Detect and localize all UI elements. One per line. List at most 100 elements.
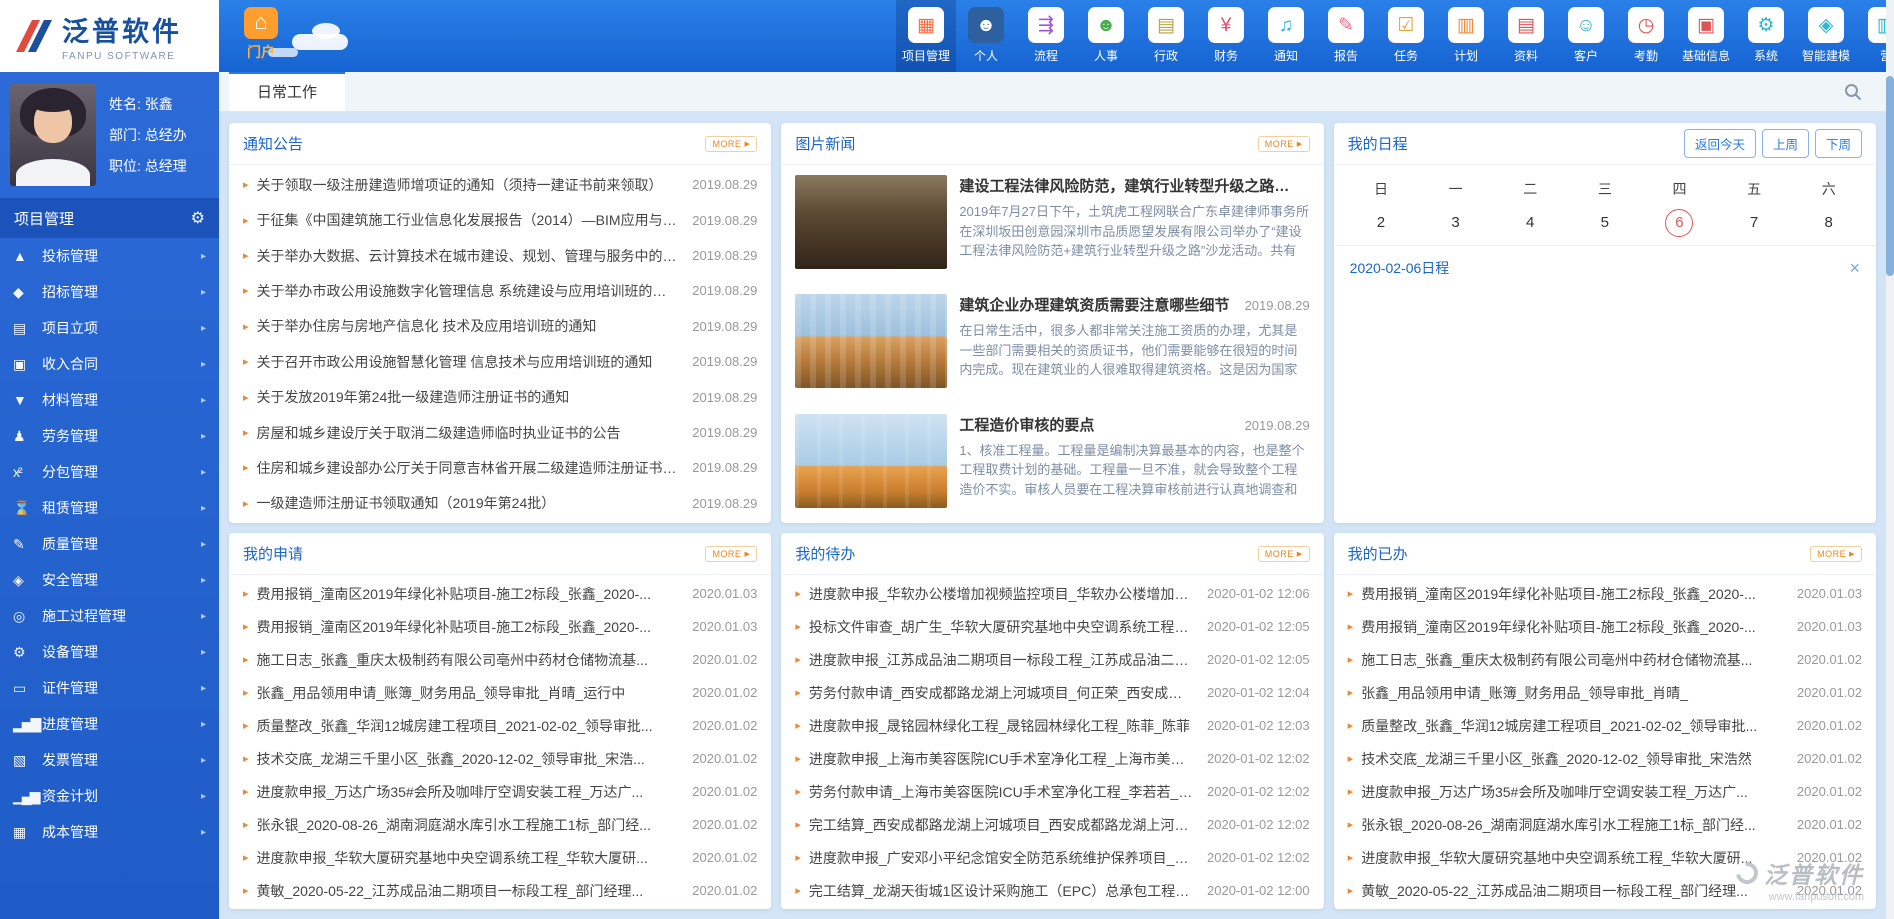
vertical-scrollbar-thumb[interactable] xyxy=(1886,76,1894,276)
calendar-day[interactable]: 5 xyxy=(1568,209,1643,237)
next-week-button[interactable]: 下周 xyxy=(1815,129,1862,158)
nav-module-item[interactable]: ▥ 营 xyxy=(1856,0,1886,72)
today-button[interactable]: 返回今天 xyxy=(1684,129,1756,158)
search-icon[interactable] xyxy=(1844,83,1862,101)
todo-list-item[interactable]: ▸ 进度款申报_江苏成品油二期项目一标段工程_江苏成品油二期项... 2020-… xyxy=(781,643,1323,676)
news-item[interactable]: 工程造价审核的要点 2019.08.29 1、核准工程量。工程量是编制决算最基本… xyxy=(781,404,1323,523)
application-list-item[interactable]: ▸ 费用报销_潼南区2019年绿化补贴项目-施工2标段_张鑫_2020-... … xyxy=(229,610,771,643)
nav-module-item[interactable]: ⇶ 流程 xyxy=(1016,0,1076,72)
calendar-day[interactable]: 6 xyxy=(1642,209,1717,237)
news-item[interactable]: 建设工程法律风险防范，建筑行业转型升级之路沙龙活动 2019年7月27日下午，土… xyxy=(781,165,1323,284)
sidebar-menu-item[interactable]: ▣ 收入合同 ▸ xyxy=(0,346,219,382)
done-list-item[interactable]: ▸ 技术交底_龙湖三千里小区_张鑫_2020-12-02_领导审批_宋浩然 20… xyxy=(1334,742,1876,775)
sidebar-menu-item[interactable]: ⚙ 设备管理 ▸ xyxy=(0,634,219,670)
application-list-item[interactable]: ▸ 张永银_2020-08-26_湖南洞庭湖水库引水工程施工1标_部门经... … xyxy=(229,808,771,841)
nav-module-item[interactable]: ▤ 资料 xyxy=(1496,0,1556,72)
sidebar-menu-item[interactable]: ◈ 安全管理 ▸ xyxy=(0,562,219,598)
calendar-day[interactable]: 3 xyxy=(1418,209,1493,237)
notice-list-item[interactable]: ▸ 关于领取一级注册建造师增项证的通知（须持一建证书前来领取） 2019.08.… xyxy=(229,167,771,202)
nav-module-item[interactable]: ✎ 报告 xyxy=(1316,0,1376,72)
calendar-day[interactable]: 2 xyxy=(1344,209,1419,237)
todo-list-item[interactable]: ▸ 进度款申报_华软办公楼增加视频监控项目_华软办公楼增加视频... 2020-… xyxy=(781,577,1323,610)
todo-list-item[interactable]: ▸ 投标文件审查_胡广生_华软大厦研究基地中央空调系统工程_20... 2020… xyxy=(781,610,1323,643)
todo-list-item[interactable]: ▸ 完工结算_西安成都路龙湖上河城项目_西安成都路龙湖上河城项... 2020-… xyxy=(781,808,1323,841)
sidebar-menu-item[interactable]: ▦ 成本管理 ▸ xyxy=(0,814,219,850)
application-list-item[interactable]: ▸ 进度款申报_万达广场35#会所及咖啡厅空调安装工程_万达广... 2020.… xyxy=(229,775,771,808)
application-list-item[interactable]: ▸ 施工日志_张鑫_重庆太极制药有限公司亳州中药材仓储物流基... 2020.0… xyxy=(229,643,771,676)
sidebar-menu-item[interactable]: ◆ 招标管理 ▸ xyxy=(0,274,219,310)
calendar-day[interactable]: 7 xyxy=(1717,209,1792,237)
close-icon[interactable]: × xyxy=(1849,259,1860,277)
application-list-item[interactable]: ▸ 技术交底_龙湖三千里小区_张鑫_2020-12-02_领导审批_宋浩... … xyxy=(229,742,771,775)
sidebar-menu-item[interactable]: ▤ 项目立项 ▸ xyxy=(0,310,219,346)
nav-module-item[interactable]: ☻ 个人 xyxy=(956,0,1016,72)
more-button[interactable]: MORE ▶ xyxy=(1810,546,1862,562)
news-item[interactable]: 建筑企业办理建筑资质需要注意哪些细节 2019.08.29 在日常生活中，很多人… xyxy=(781,284,1323,403)
notice-list-item[interactable]: ▸ 关于召开市政公用设施智慧化管理 信息技术与应用培训班的通知 2019.08.… xyxy=(229,344,771,379)
nav-module-item[interactable]: ♫ 通知 xyxy=(1256,0,1316,72)
application-list-item[interactable]: ▸ 费用报销_潼南区2019年绿化补贴项目-施工2标段_张鑫_2020-... … xyxy=(229,577,771,610)
tab-daily-work[interactable]: 日常工作 xyxy=(229,72,345,111)
application-list-item[interactable]: ▸ 质量整改_张鑫_华润12城房建工程项目_2021-02-02_领导审批...… xyxy=(229,709,771,742)
notice-list-item[interactable]: ▸ 关于举办住房与房地产信息化 技术及应用培训班的通知 2019.08.29 xyxy=(229,309,771,344)
sidebar-menu-item[interactable]: x² 分包管理 ▸ xyxy=(0,454,219,490)
nav-module-item[interactable]: ☑ 任务 xyxy=(1376,0,1436,72)
nav-module-item[interactable]: ▣ 基础信息 xyxy=(1676,0,1736,72)
notice-list-item[interactable]: ▸ 房屋和城乡建设厅关于取消二级建造师临时执业证书的公告 2019.08.29 xyxy=(229,415,771,450)
done-list-item[interactable]: ▸ 张鑫_用品领用申请_账簿_财务用品_领导审批_肖晴_ 2020.01.02 xyxy=(1334,676,1876,709)
more-button[interactable]: MORE ▶ xyxy=(705,546,757,562)
calendar-day[interactable]: 4 xyxy=(1493,209,1568,237)
nav-module-item[interactable]: ⚙ 系统 xyxy=(1736,0,1796,72)
sidebar-menu-item[interactable]: ◎ 施工过程管理 ▸ xyxy=(0,598,219,634)
user-avatar[interactable] xyxy=(10,84,96,186)
nav-module-item[interactable]: ☺ 客户 xyxy=(1556,0,1616,72)
gear-icon[interactable]: ⚙ xyxy=(191,208,205,228)
notice-list-item[interactable]: ▸ 关于举办市政公用设施数字化管理信息 系统建设与应用培训班的通知 2019.0… xyxy=(229,273,771,308)
done-list-item[interactable]: ▸ 进度款申报_万达广场35#会所及咖啡厅空调安装工程_万达广... 2020.… xyxy=(1334,775,1876,808)
calendar-day[interactable]: 8 xyxy=(1791,209,1866,237)
more-button[interactable]: MORE ▶ xyxy=(705,136,757,152)
application-list-item[interactable]: ▸ 进度款申报_华软大厦研究基地中央空调系统工程_华软大厦研... 2020.0… xyxy=(229,841,771,874)
done-list-item[interactable]: ▸ 张永银_2020-08-26_湖南洞庭湖水库引水工程施工1标_部门经... … xyxy=(1334,808,1876,841)
more-button[interactable]: MORE ▶ xyxy=(1258,546,1310,562)
todo-list-item[interactable]: ▸ 劳务付款申请_西安成都路龙湖上河城项目_何正荣_西安成都路... 2020-… xyxy=(781,676,1323,709)
sidebar-menu-item[interactable]: ♟ 劳务管理 ▸ xyxy=(0,418,219,454)
sidebar-menu-item[interactable]: ✎ 质量管理 ▸ xyxy=(0,526,219,562)
nav-module-item[interactable]: ▤ 行政 xyxy=(1136,0,1196,72)
sidebar-section-header[interactable]: 项目管理 ⚙ xyxy=(0,198,219,238)
todo-list-item[interactable]: ▸ 劳务付款申请_上海市美容医院ICU手术室净化工程_李若若_上... 2020… xyxy=(781,775,1323,808)
nav-module-item[interactable]: ☻ 人事 xyxy=(1076,0,1136,72)
brand-logo[interactable]: 泛普软件 FANPU SOFTWARE xyxy=(0,0,219,72)
vertical-scrollbar-track[interactable] xyxy=(1886,0,1894,919)
nav-module-item[interactable]: ¥ 财务 xyxy=(1196,0,1256,72)
application-list-item[interactable]: ▸ 张鑫_用品领用申请_账簿_财务用品_领导审批_肖晴_运行中 2020.01.… xyxy=(229,676,771,709)
nav-module-item[interactable]: ▥ 计划 xyxy=(1436,0,1496,72)
sidebar-menu-item[interactable]: ▁▄▆ 资金计划 ▸ xyxy=(0,778,219,814)
done-list-item[interactable]: ▸ 质量整改_张鑫_华润12城房建工程项目_2021-02-02_领导审批...… xyxy=(1334,709,1876,742)
sidebar-menu-item[interactable]: ▂▅▇ 进度管理 ▸ xyxy=(0,706,219,742)
todo-list-item[interactable]: ▸ 进度款申报_晟铭园林绿化工程_晟铭园林绿化工程_陈菲_陈菲 2020-01-… xyxy=(781,709,1323,742)
more-button[interactable]: MORE ▶ xyxy=(1258,136,1310,152)
todo-list-item[interactable]: ▸ 完工结算_龙湖天街城1区设计采购施工（EPC）总承包工程_龙... 2020… xyxy=(781,874,1323,907)
notice-list-item[interactable]: ▸ 关于发放2019年第24批一级建造师注册证书的通知 2019.08.29 xyxy=(229,379,771,414)
done-list-item[interactable]: ▸ 费用报销_潼南区2019年绿化补贴项目-施工2标段_张鑫_2020-... … xyxy=(1334,610,1876,643)
application-list-item[interactable]: ▸ 黄敏_2020-05-22_江苏成品油二期项目一标段工程_部门经理... 2… xyxy=(229,874,771,907)
nav-module-item[interactable]: ◷ 考勤 xyxy=(1616,0,1676,72)
done-list-item[interactable]: ▸ 施工日志_张鑫_重庆太极制药有限公司亳州中药材仓储物流基... 2020.0… xyxy=(1334,643,1876,676)
sidebar-menu-item[interactable]: ⌛ 租赁管理 ▸ xyxy=(0,490,219,526)
sidebar-menu-item[interactable]: ▲ 投标管理 ▸ xyxy=(0,238,219,274)
nav-module-item[interactable]: ▦ 项目管理 xyxy=(896,0,956,72)
sidebar-menu-item[interactable]: ▧ 发票管理 ▸ xyxy=(0,742,219,778)
notice-list-item[interactable]: ▸ 一级建造师注册证书领取通知（2019年第24批） 2019.08.29 xyxy=(229,486,771,521)
sidebar-menu-item[interactable]: ▭ 证件管理 ▸ xyxy=(0,670,219,706)
nav-portal[interactable]: ⌂ 门户 xyxy=(230,7,292,62)
sidebar-menu-item[interactable]: ▼ 材料管理 ▸ xyxy=(0,382,219,418)
prev-week-button[interactable]: 上周 xyxy=(1762,129,1809,158)
notice-list-item[interactable]: ▸ 于征集《中国建筑施工行业信息化发展报告（2014）—BIM应用与发... 2… xyxy=(229,202,771,237)
todo-list-item[interactable]: ▸ 进度款申报_上海市美容医院ICU手术室净化工程_上海市美容医... 2020… xyxy=(781,742,1323,775)
notice-list-item[interactable]: ▸ 关于举办大数据、云计算技术在城市建设、规划、管理与服务中的应... 2019… xyxy=(229,238,771,273)
todo-list-item[interactable]: ▸ 进度款申报_广安邓小平纪念馆安全防范系统维护保养项目_广安... 2020-… xyxy=(781,841,1323,874)
done-list-item[interactable]: ▸ 费用报销_潼南区2019年绿化补贴项目-施工2标段_张鑫_2020-... … xyxy=(1334,577,1876,610)
notice-list-item[interactable]: ▸ 住房和城乡建设部办公厅关于同意吉林省开展二级建造师注册证书电... 2019… xyxy=(229,450,771,485)
nav-module-item[interactable]: ◈ 智能建模 xyxy=(1796,0,1856,72)
